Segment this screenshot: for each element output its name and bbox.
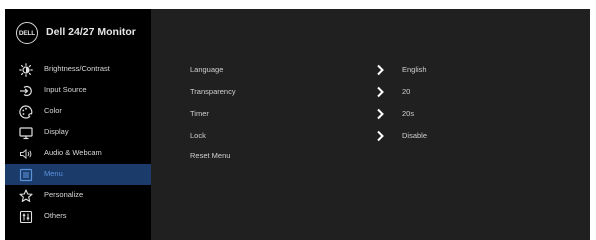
sidebar-item-display[interactable]: Display xyxy=(5,122,151,143)
setting-value: Disable xyxy=(402,131,428,140)
chevron-right-icon xyxy=(375,85,385,98)
display-icon xyxy=(18,125,33,140)
setting-value: English xyxy=(402,65,427,74)
setting-row-language[interactable]: Language English xyxy=(151,59,590,81)
monitor-title: Dell 24/27 Monitor xyxy=(46,26,136,38)
setting-label: Timer xyxy=(190,109,209,118)
sidebar-item-menu[interactable]: Menu xyxy=(5,164,151,185)
input-source-icon xyxy=(18,83,33,98)
sidebar-item-brightness-contrast[interactable]: Brightness/Contrast xyxy=(5,59,151,80)
others-icon xyxy=(18,209,33,224)
sidebar-item-label: Display xyxy=(44,127,69,136)
sidebar-item-others[interactable]: Others xyxy=(5,206,151,227)
sidebar-item-input-source[interactable]: Input Source xyxy=(5,80,151,101)
sidebar-item-label: Brightness/Contrast xyxy=(44,64,110,73)
sidebar-item-label: Audio & Webcam xyxy=(44,148,102,157)
audio-icon xyxy=(18,146,33,161)
setting-row-timer[interactable]: Timer 20s xyxy=(151,103,590,125)
sidebar: DELL Dell 24/27 Monitor Brightness/Contr… xyxy=(5,9,151,240)
setting-label: Lock xyxy=(190,131,206,140)
setting-label: Reset Menu xyxy=(190,151,231,160)
settings-panel: Language English Transparency 20 Timer 2… xyxy=(151,9,590,240)
star-icon xyxy=(18,188,33,203)
brightness-icon xyxy=(18,62,33,77)
sidebar-item-label: Input Source xyxy=(44,85,87,94)
setting-row-reset-menu[interactable]: Reset Menu xyxy=(151,145,590,167)
sidebar-item-label: Color xyxy=(44,106,62,115)
sidebar-item-personalize[interactable]: Personalize xyxy=(5,185,151,206)
setting-label: Transparency xyxy=(190,87,236,96)
osd-header: DELL Dell 24/27 Monitor xyxy=(5,9,151,57)
chevron-right-icon xyxy=(375,129,385,142)
dell-logo-text: DELL xyxy=(18,29,36,37)
chevron-right-icon xyxy=(375,63,385,76)
setting-row-transparency[interactable]: Transparency 20 xyxy=(151,81,590,103)
dell-logo: DELL xyxy=(16,22,38,44)
sidebar-item-label: Personalize xyxy=(44,190,84,199)
sidebar-item-color[interactable]: Color xyxy=(5,101,151,122)
sidebar-item-label: Menu xyxy=(44,169,63,178)
setting-value: 20 xyxy=(402,87,411,96)
sidebar-item-label: Others xyxy=(44,211,67,220)
monitor-osd: DELL Dell 24/27 Monitor Brightness/Contr… xyxy=(5,9,590,240)
chevron-right-icon xyxy=(375,107,385,120)
color-icon xyxy=(18,104,33,119)
setting-label: Language xyxy=(190,65,224,74)
setting-row-lock[interactable]: Lock Disable xyxy=(151,125,590,147)
sidebar-item-audio-webcam[interactable]: Audio & Webcam xyxy=(5,143,151,164)
setting-value: 20s xyxy=(402,109,415,118)
menu-icon xyxy=(18,167,33,182)
